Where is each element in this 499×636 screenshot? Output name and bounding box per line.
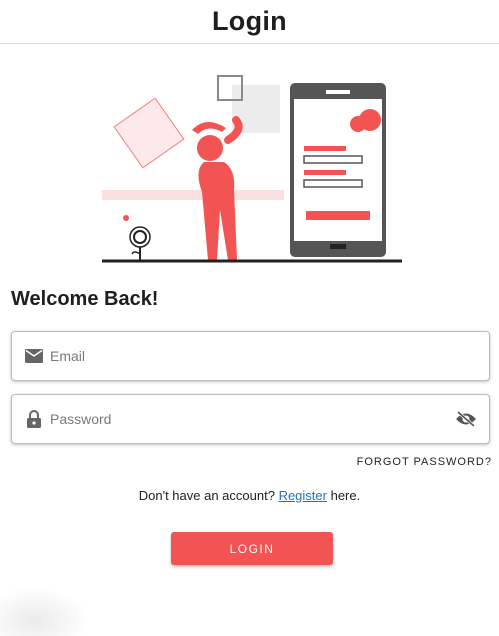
app-header: Login [0,0,499,44]
register-prefix: Don't have an account? [138,488,279,503]
mail-icon [24,346,44,366]
password-input[interactable] [50,395,454,443]
corner-shadow [0,586,90,636]
register-link[interactable]: Register [279,488,327,503]
forgot-password-link[interactable]: FORGOT PASSWORD? [357,456,492,468]
email-input[interactable] [50,332,489,380]
register-suffix: here. [326,488,361,503]
eye-off-icon[interactable] [454,407,478,431]
lock-icon [24,409,44,429]
welcome-heading: Welcome Back! [11,288,159,310]
login-button[interactable]: LOGIN [171,532,333,565]
email-field[interactable] [11,331,490,381]
register-prompt: Don't have an account? Register here. [0,488,499,503]
page-title: Login [212,6,287,36]
password-field[interactable] [11,394,490,444]
login-illustration [102,75,402,263]
